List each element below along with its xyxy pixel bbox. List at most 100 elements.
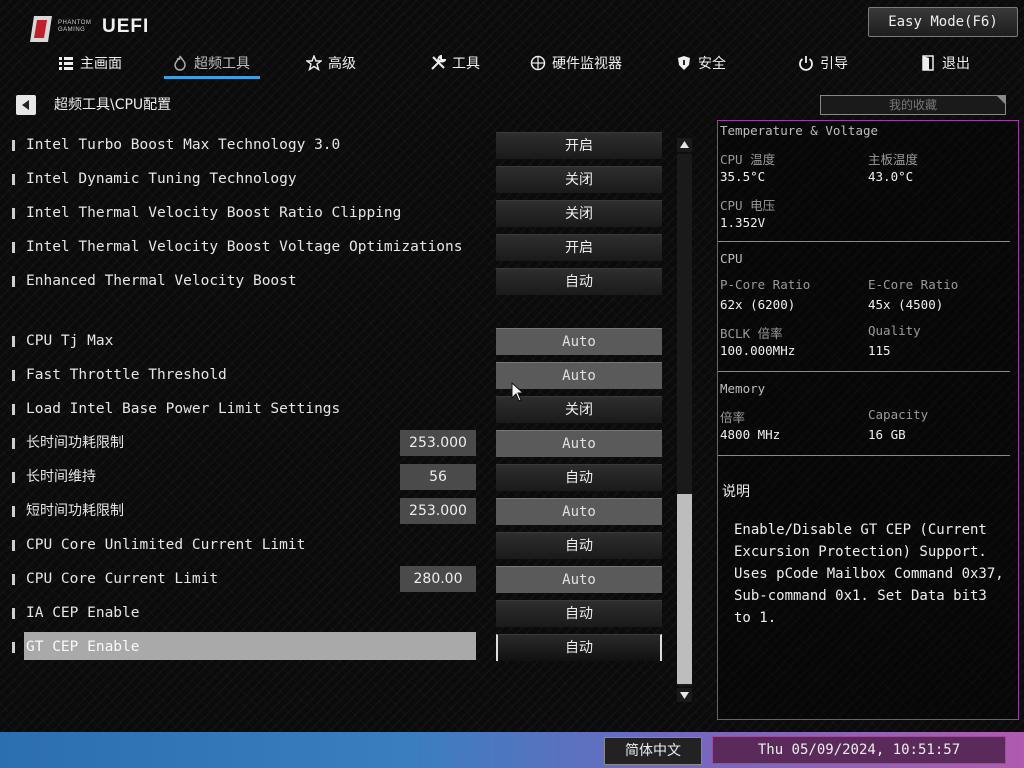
row-marker [12, 208, 15, 219]
setting-label: 长时间功耗限制 [26, 435, 124, 451]
setting-current-value: 253.000 [400, 430, 476, 456]
row-marker [12, 174, 15, 185]
row-marker [12, 642, 15, 653]
panel-divider [718, 455, 1010, 456]
tools-icon [431, 55, 446, 70]
tab-security[interactable]: 安全 [676, 50, 726, 76]
setting-row-long-duration-maintained[interactable]: 长时间维持 56 自动 [10, 462, 670, 492]
datetime-display: Thu 05/09/2024, 10:51:57 [712, 736, 1006, 764]
bclk-label: BCLK 倍率 [720, 326, 783, 341]
pcore-ratio-value: 62x (6200) [720, 297, 796, 312]
pcore-ratio-label: P-Core Ratio [720, 277, 811, 292]
easy-mode-button[interactable]: Easy Mode(F6) [868, 7, 1018, 37]
tab-main-label: 主画面 [80, 56, 122, 72]
setting-value-button[interactable]: 自动 [496, 634, 662, 661]
back-button[interactable] [16, 95, 36, 115]
cpu-voltage-label: CPU 电压 [720, 198, 776, 213]
cpu-voltage-value: 1.352V [720, 215, 766, 230]
setting-row-tvb-ratio-clipping[interactable]: Intel Thermal Velocity Boost Ratio Clipp… [10, 198, 670, 228]
memory-capacity-value: 16 GB [868, 427, 906, 442]
setting-row-ia-cep[interactable]: IA CEP Enable 自动 [10, 598, 670, 628]
setting-label: CPU Core Unlimited Current Limit [26, 537, 306, 553]
power-icon [799, 56, 813, 71]
setting-value-button[interactable]: 关闭 [496, 200, 662, 227]
setting-row-turbo-boost-max[interactable]: Intel Turbo Boost Max Technology 3.0 开启 [10, 130, 670, 160]
tab-oc-tweaker[interactable]: 超频工具 [172, 50, 250, 76]
setting-value-input[interactable]: Auto [496, 566, 662, 593]
row-marker [12, 472, 15, 483]
shield-icon [678, 56, 690, 70]
setting-value-input[interactable]: Auto [496, 328, 662, 355]
setting-value-button[interactable]: 关闭 [496, 166, 662, 193]
tab-tools[interactable]: 工具 [430, 50, 480, 76]
memory-section-title: Memory [720, 381, 766, 396]
cpu-temp-value: 35.5°C [720, 169, 766, 184]
setting-row-gt-cep[interactable]: GT CEP Enable 自动 [10, 632, 670, 662]
setting-row-tvb-voltage-opt[interactable]: Intel Thermal Velocity Boost Voltage Opt… [10, 232, 670, 262]
setting-value-button[interactable]: 自动 [496, 600, 662, 627]
setting-value-input[interactable]: Auto [496, 430, 662, 457]
setting-row-fast-throttle[interactable]: Fast Throttle Threshold Auto [10, 360, 670, 390]
tab-exit[interactable]: 退出 [920, 50, 970, 76]
quality-value: 115 [868, 343, 891, 358]
setting-current-value: 56 [400, 464, 476, 490]
setting-row-enhanced-tvb[interactable]: Enhanced Thermal Velocity Boost 自动 [10, 266, 670, 296]
list-icon [59, 57, 73, 70]
scroll-up-arrow-icon[interactable] [677, 138, 692, 152]
language-button[interactable]: 简体中文 [604, 737, 702, 765]
setting-value-button[interactable]: 自动 [496, 532, 662, 559]
setting-current-value: 253.000 [400, 498, 476, 524]
setting-row-dynamic-tuning[interactable]: Intel Dynamic Tuning Technology 关闭 [10, 164, 670, 194]
flame-icon [174, 55, 186, 71]
tab-main[interactable]: 主画面 [58, 50, 122, 76]
setting-label: Intel Dynamic Tuning Technology [26, 171, 297, 187]
bclk-value: 100.000MHz [720, 343, 796, 358]
setting-label: Intel Thermal Velocity Boost Ratio Clipp… [26, 205, 402, 221]
setting-current-value: 280.00 [400, 566, 476, 592]
info-panel: Temperature & Voltage CPU 温度 35.5°C 主板温度… [717, 120, 1019, 720]
setting-value-button[interactable]: 自动 [496, 464, 662, 491]
memory-freq-value: 4800 MHz [720, 427, 781, 442]
panel-divider [718, 241, 1010, 242]
setting-row-long-duration-power[interactable]: 长时间功耗限制 253.000 Auto [10, 428, 670, 458]
setting-label: Intel Turbo Boost Max Technology 3.0 [26, 137, 341, 153]
setting-row-core-unlimited-current[interactable]: CPU Core Unlimited Current Limit 自动 [10, 530, 670, 560]
star-icon [306, 55, 322, 71]
tab-tools-label: 工具 [452, 56, 480, 72]
setting-label: CPU Core Current Limit [26, 571, 219, 587]
setting-row-short-duration-power[interactable]: 短时间功耗限制 253.000 Auto [10, 496, 670, 526]
setting-value-input[interactable]: Auto [496, 498, 662, 525]
tab-boot[interactable]: 引导 [798, 50, 848, 76]
row-marker [12, 608, 15, 619]
favorites-button[interactable]: 我的收藏 [820, 95, 1006, 115]
setting-value-button[interactable]: 开启 [496, 234, 662, 261]
active-tab-indicator [164, 76, 260, 79]
scrollbar-thumb[interactable] [677, 494, 692, 684]
mb-temp-value: 43.0°C [868, 169, 914, 184]
cpu-section-title: CPU [720, 251, 743, 266]
tab-oc-tweaker-label: 超频工具 [194, 56, 250, 72]
mouse-cursor-icon [511, 382, 525, 402]
setting-row-cpu-tj-max[interactable]: CPU Tj Max Auto [10, 326, 670, 356]
setting-row-base-power-limit[interactable]: Load Intel Base Power Limit Settings 关闭 [10, 394, 670, 424]
setting-label: 短时间功耗限制 [26, 503, 124, 519]
setting-row-core-current-limit[interactable]: CPU Core Current Limit 280.00 Auto [10, 564, 670, 594]
tab-hw-monitor[interactable]: 硬件监视器 [530, 50, 622, 76]
setting-label: Fast Throttle Threshold [26, 367, 227, 383]
row-marker [12, 336, 15, 347]
tab-advanced-label: 高级 [328, 56, 356, 72]
memory-capacity-label: Capacity [868, 407, 929, 422]
ecore-ratio-label: E-Core Ratio [868, 277, 959, 292]
settings-list: Intel Turbo Boost Max Technology 3.0 开启 … [10, 128, 670, 728]
row-marker [12, 540, 15, 551]
tab-advanced[interactable]: 高级 [306, 50, 356, 76]
setting-value-button[interactable]: 自动 [496, 268, 662, 295]
description-text: Enable/Disable GT CEP (Current Excursion… [734, 522, 1004, 626]
temp-voltage-title: Temperature & Voltage [720, 123, 879, 138]
setting-label: Intel Thermal Velocity Boost Voltage Opt… [26, 239, 463, 255]
row-marker [12, 276, 15, 287]
tab-hw-monitor-label: 硬件监视器 [552, 56, 622, 72]
scroll-down-arrow-icon[interactable] [677, 688, 692, 702]
setting-value-button[interactable]: 开启 [496, 132, 662, 159]
tab-boot-label: 引导 [820, 56, 848, 72]
